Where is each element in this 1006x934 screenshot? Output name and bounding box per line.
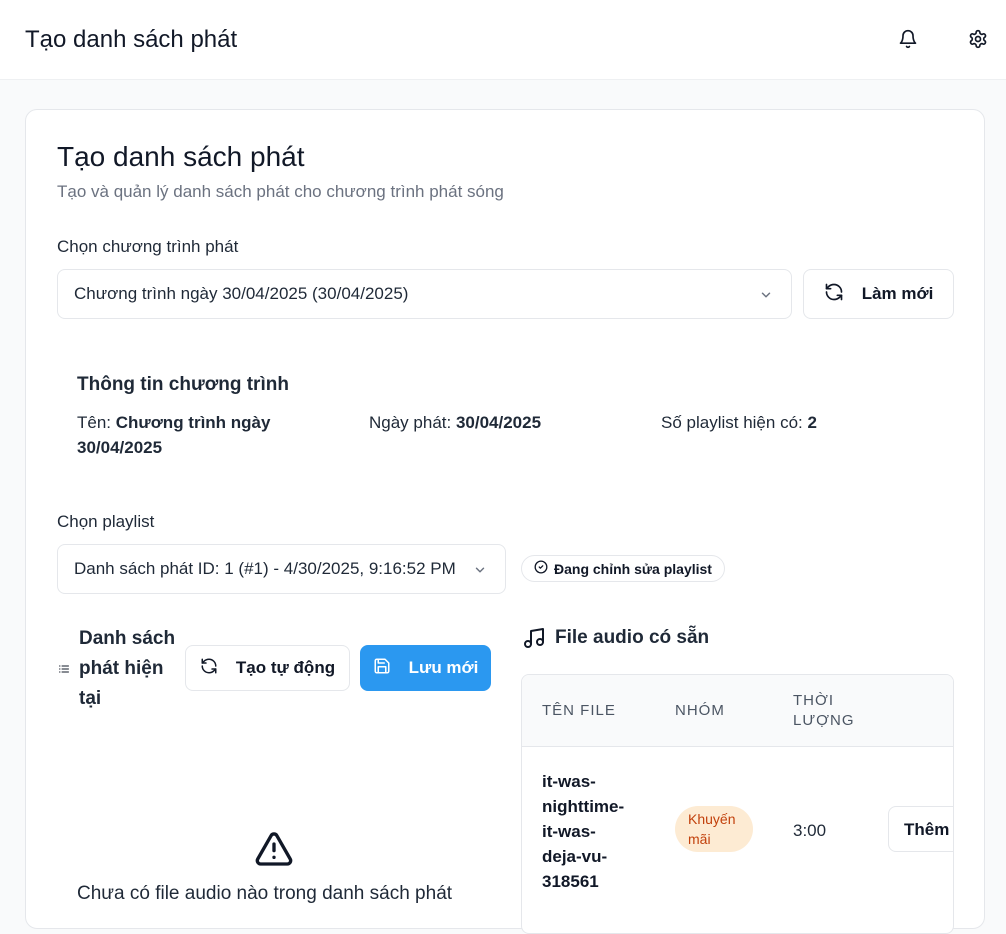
program-info-title: Thông tin chương trình: [77, 374, 289, 395]
save-new-label: Lưu mới: [408, 658, 479, 677]
group-badge: Khuyến mãi: [675, 806, 753, 852]
duration: 3:00: [793, 821, 827, 840]
program-select[interactable]: Chương trình ngày 30/04/2025 (30/04/2025…: [57, 269, 792, 319]
app-title: Tạo danh sách phát: [25, 26, 238, 53]
save-new-button[interactable]: Lưu mới: [360, 645, 491, 691]
warning-icon: [254, 829, 294, 874]
gear-icon[interactable]: [967, 28, 989, 50]
column-header-file: TÊN FILE: [542, 702, 616, 719]
chevron-down-icon: [473, 562, 487, 582]
page-subtitle: Tạo và quản lý danh sách phát cho chương…: [57, 182, 504, 201]
list-icon: [58, 662, 70, 680]
program-name: Tên: Chương trình ngày 30/04/2025: [77, 413, 271, 457]
playlist-card: Tạo danh sách phát Tạo và quản lý danh s…: [25, 109, 985, 934]
music-icon: [522, 626, 546, 655]
refresh-icon: [200, 657, 218, 680]
editing-badge: Đang chỉnh sửa playlist: [521, 555, 725, 582]
current-playlist-title: Danh sách phát hiện tại: [79, 628, 176, 709]
save-icon: [373, 657, 391, 680]
program-select-label: Chọn chương trình phát: [57, 237, 239, 256]
column-header-group: NHÓM: [675, 702, 725, 719]
column-header-duration: THỜI LƯỢNG: [793, 692, 855, 729]
refresh-button[interactable]: Làm mới: [803, 269, 954, 319]
audio-files-table: TÊN FILE NHÓM THỜI LƯỢNG it-was-nighttim…: [521, 674, 954, 934]
playlist-select-label: Chọn playlist: [57, 512, 155, 531]
auto-create-button[interactable]: Tạo tự động: [185, 645, 350, 691]
program-date: Ngày phát: 30/04/2025: [369, 413, 542, 432]
auto-create-label: Tạo tự động: [235, 658, 336, 677]
playlist-count: Số playlist hiện có: 2: [661, 413, 817, 432]
check-circle-icon: [534, 560, 548, 577]
bell-icon[interactable]: [897, 28, 919, 50]
table-header: TÊN FILE NHÓM THỜI LƯỢNG: [522, 675, 953, 747]
add-button[interactable]: Thêm: [888, 806, 953, 852]
refresh-label: Làm mới: [861, 284, 934, 303]
top-bar: Tạo danh sách phát: [0, 0, 1006, 80]
file-name: it-was-nighttime-it-was-deja-vu-318561: [542, 772, 625, 891]
program-select-value: Chương trình ngày 30/04/2025 (30/04/2025…: [74, 284, 409, 303]
refresh-icon: [824, 282, 844, 307]
page-title: Tạo danh sách phát: [57, 141, 305, 172]
playlist-select-value: Danh sách phát ID: 1 (#1) - 4/30/2025, 9…: [74, 559, 456, 578]
chevron-down-icon: [759, 287, 773, 307]
empty-playlist-message: Chưa có file audio nào trong danh sách p…: [77, 883, 453, 904]
audio-files-title: File audio có sẵn: [555, 627, 710, 648]
playlist-select[interactable]: Danh sách phát ID: 1 (#1) - 4/30/2025, 9…: [57, 544, 506, 594]
